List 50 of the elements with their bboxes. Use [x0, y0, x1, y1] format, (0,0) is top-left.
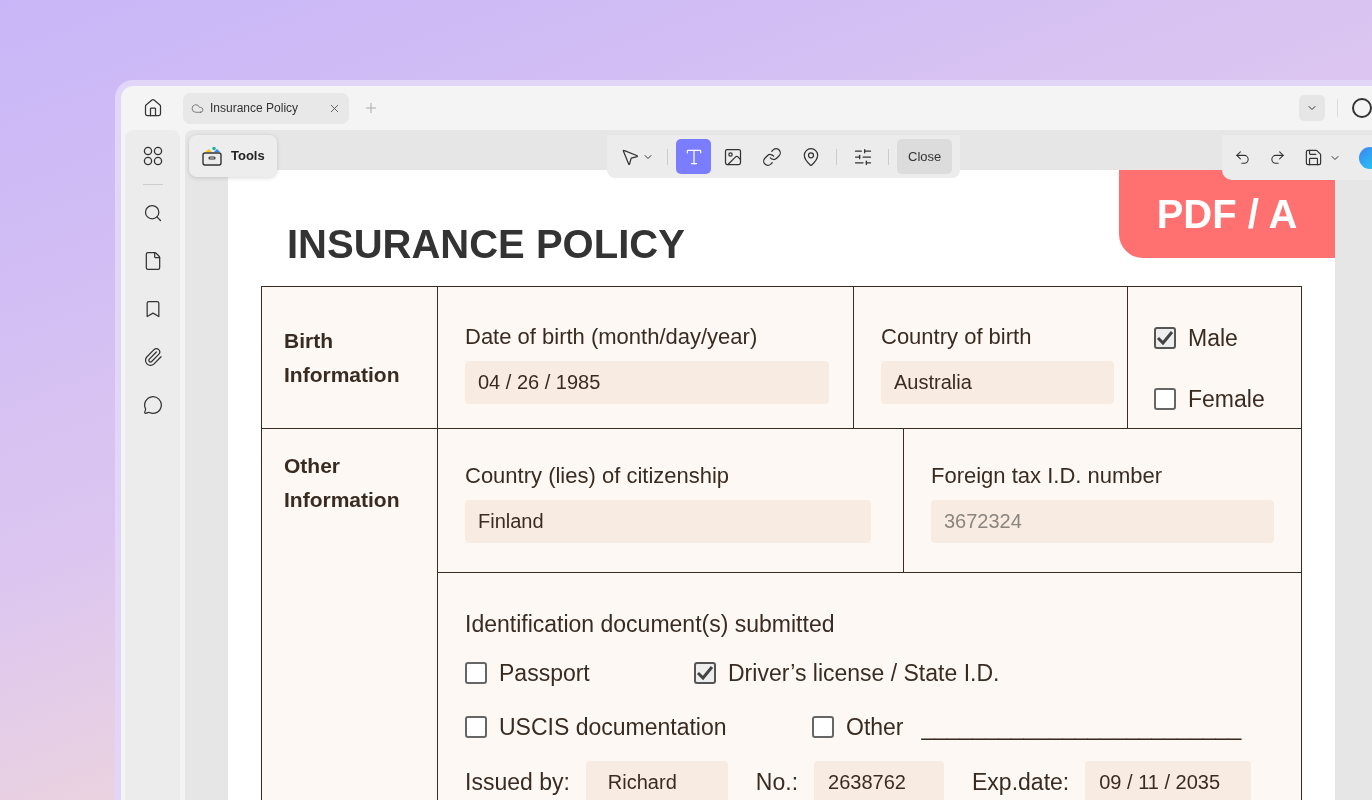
- input-field[interactable]: Australia: [881, 361, 1114, 404]
- field-label: Exp.date:: [972, 767, 1070, 797]
- input-field[interactable]: 04 / 26 / 1985: [465, 361, 829, 404]
- input-field[interactable]: 09 / 11 / 2035: [1085, 760, 1252, 800]
- checkbox[interactable]: [812, 716, 834, 739]
- checkbox-label: Other: [846, 713, 904, 742]
- tools-button[interactable]: Tools: [189, 135, 277, 177]
- checkbox[interactable]: [694, 661, 716, 684]
- fill-in-line[interactable]: _________________________: [921, 710, 1242, 745]
- sliders-icon: [852, 146, 873, 167]
- check-icon: [696, 663, 714, 682]
- search-icon[interactable]: [142, 203, 163, 223]
- home-icon[interactable]: [143, 98, 163, 118]
- checkbox[interactable]: [1154, 327, 1176, 350]
- image-icon: [722, 146, 743, 167]
- input-field[interactable]: Finland: [465, 500, 871, 543]
- input-field[interactable]: Richard: [585, 760, 728, 800]
- field-label: Country of birth: [881, 323, 1033, 351]
- document-title: INSURANCE POLICY: [287, 221, 686, 268]
- comment-icon[interactable]: [142, 395, 163, 415]
- checkbox-label: Male: [1188, 324, 1238, 353]
- field-label: Country (lies) of citizenship: [465, 462, 731, 490]
- field-label: Foreign tax I.D. number: [931, 462, 1164, 490]
- field-label: No.:: [755, 767, 799, 797]
- cloud-icon: [191, 101, 204, 115]
- save-icon[interactable]: [1304, 148, 1323, 167]
- section-label: Birth Information: [284, 327, 401, 388]
- checkbox-label: USCIS documentation: [499, 713, 727, 742]
- input-field[interactable]: 3672324: [931, 500, 1274, 543]
- close-button[interactable]: Close: [897, 139, 953, 174]
- checkbox-label: Passport: [499, 658, 590, 688]
- input-field[interactable]: 2638762: [814, 760, 945, 800]
- toolbox-icon: [201, 146, 223, 166]
- redo-icon[interactable]: [1269, 149, 1286, 166]
- document-tab[interactable]: Insurance Policy: [183, 92, 349, 124]
- checkbox-label: Driver’s license / State I.D.: [728, 658, 1000, 688]
- check-icon: [1156, 329, 1174, 348]
- undo-icon[interactable]: [1234, 149, 1251, 166]
- checkbox[interactable]: [465, 716, 487, 739]
- section-label: Other Information: [284, 453, 401, 513]
- field-label: Issued by:: [465, 767, 570, 797]
- pdf-a-badge: PDF / A: [1119, 170, 1335, 258]
- grid-icon[interactable]: [142, 146, 163, 166]
- paperclip-icon[interactable]: [142, 347, 163, 367]
- link-icon: [761, 146, 782, 167]
- section-heading: Identification document(s) submitted: [465, 610, 836, 639]
- checkbox[interactable]: [1154, 387, 1176, 410]
- field-label: Date of birth (month/day/year): [465, 323, 759, 351]
- checkbox[interactable]: [465, 661, 487, 684]
- checkbox-label: Female: [1188, 384, 1265, 414]
